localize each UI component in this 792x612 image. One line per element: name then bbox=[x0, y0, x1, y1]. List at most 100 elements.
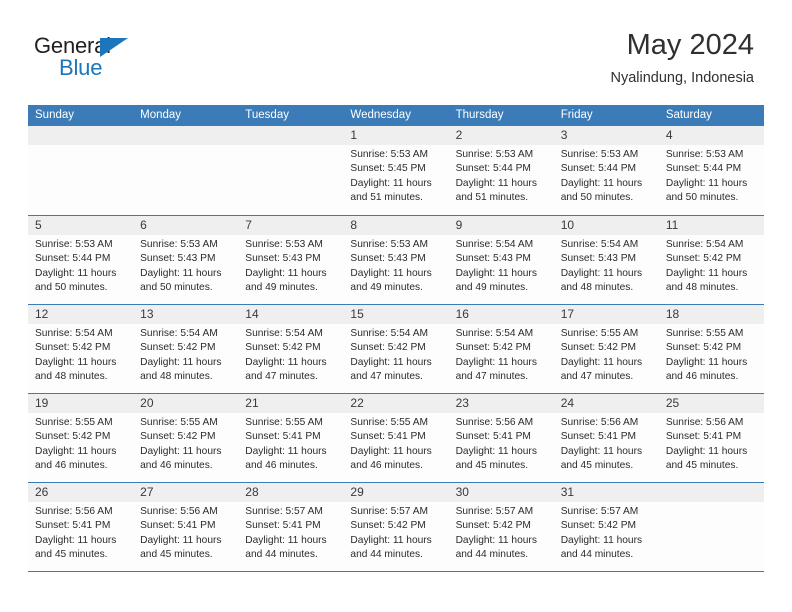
sunrise-text: Sunrise: 5:56 AM bbox=[455, 417, 534, 428]
calendar-day-cell[interactable]: 8 Sunrise: 5:53 AM Sunset: 5:43 PM Daylight… bbox=[343, 216, 449, 304]
daylight-text: Daylight: 11 hours and 50 minutes. bbox=[140, 267, 222, 294]
page-header: General Blue May 2024 Nyalindung, Indone… bbox=[0, 0, 792, 100]
day-number-band: 12 bbox=[28, 305, 134, 324]
calendar-day-cell[interactable]: 11 Sunrise: 5:54 AM Sunset: 5:42 PM Dayligh… bbox=[658, 216, 764, 304]
calendar-day-cell[interactable]: 22 Sunrise: 5:55 AM Sunset: 5:41 PM Dayligh… bbox=[343, 394, 449, 482]
day-sun-info: Sunrise: 5:54 AM Sunset: 5:43 PM Daylight:… bbox=[554, 235, 659, 296]
day-sun-info: Sunrise: 5:57 AM Sunset: 5:41 PM Daylight:… bbox=[238, 502, 343, 563]
sunset-text: Sunset: 5:41 PM bbox=[245, 431, 321, 443]
calendar-day-cell[interactable]: 3 Sunrise: 5:53 AM Sunset: 5:44 PM Daylight… bbox=[553, 126, 659, 215]
weekday-header-saturday: Saturday bbox=[665, 109, 712, 121]
calendar-day-cell[interactable]: 10 Sunrise: 5:54 AM Sunset: 5:43 PM Dayligh… bbox=[553, 216, 659, 304]
day-sun-info: Sunrise: 5:54 AM Sunset: 5:42 PM Daylight:… bbox=[28, 324, 133, 385]
calendar-week-row: 5 Sunrise: 5:53 AM Sunset: 5:44 PM Daylight… bbox=[28, 215, 764, 304]
day-number-band bbox=[133, 126, 239, 145]
sunrise-text: Sunrise: 5:56 AM bbox=[560, 417, 639, 428]
daylight-text: Daylight: 11 hours and 46 minutes. bbox=[665, 356, 748, 383]
sunset-text: Sunset: 5:42 PM bbox=[455, 520, 531, 532]
day-number-band: 26 bbox=[28, 483, 134, 502]
day-sun-info: Sunrise: 5:56 AM Sunset: 5:41 PM Daylight:… bbox=[554, 413, 659, 474]
day-number: 20 bbox=[140, 396, 154, 410]
day-sun-info: Sunrise: 5:53 AM Sunset: 5:44 PM Daylight:… bbox=[659, 145, 764, 206]
calendar-day-cell[interactable]: 21 Sunrise: 5:55 AM Sunset: 5:41 PM Dayligh… bbox=[238, 394, 344, 482]
day-number-band: 5 bbox=[28, 216, 134, 235]
calendar-day-cell[interactable]: 19 Sunrise: 5:55 AM Sunset: 5:42 PM Dayligh… bbox=[28, 394, 134, 482]
calendar-day-cell[interactable]: 12 Sunrise: 5:54 AM Sunset: 5:42 PM Dayligh… bbox=[28, 305, 134, 393]
day-sun-info: Sunrise: 5:54 AM Sunset: 5:42 PM Daylight:… bbox=[659, 235, 764, 296]
calendar-day-cell[interactable]: 17 Sunrise: 5:55 AM Sunset: 5:42 PM Dayligh… bbox=[553, 305, 659, 393]
calendar-day-cell[interactable]: 13 Sunrise: 5:54 AM Sunset: 5:42 PM Dayligh… bbox=[133, 305, 239, 393]
calendar-day-cell[interactable]: 23 Sunrise: 5:56 AM Sunset: 5:41 PM Dayligh… bbox=[448, 394, 554, 482]
sunrise-text: Sunrise: 5:54 AM bbox=[665, 239, 744, 250]
calendar-day-cell[interactable]: 14 Sunrise: 5:54 AM Sunset: 5:42 PM Dayligh… bbox=[238, 305, 344, 393]
calendar-day-cell[interactable]: 24 Sunrise: 5:56 AM Sunset: 5:41 PM Dayligh… bbox=[553, 394, 659, 482]
sunset-text: Sunset: 5:43 PM bbox=[560, 253, 637, 265]
sunset-text: Sunset: 5:42 PM bbox=[350, 342, 426, 354]
calendar-day-cell[interactable]: 1 Sunrise: 5:53 AM Sunset: 5:45 PM Daylight… bbox=[343, 126, 449, 215]
calendar-day-cell[interactable]: 4 Sunrise: 5:53 AM Sunset: 5:44 PM Daylight… bbox=[658, 126, 764, 215]
weekday-header-thursday: Thursday bbox=[455, 109, 504, 121]
daylight-text: Daylight: 11 hours and 45 minutes. bbox=[665, 445, 748, 472]
day-sun-info: Sunrise: 5:55 AM Sunset: 5:42 PM Daylight:… bbox=[133, 413, 238, 474]
sunset-text: Sunset: 5:43 PM bbox=[350, 253, 426, 265]
calendar-day-cell[interactable]: 5 Sunrise: 5:53 AM Sunset: 5:44 PM Daylight… bbox=[28, 216, 134, 304]
daylight-text: Daylight: 11 hours and 49 minutes. bbox=[245, 267, 327, 294]
sunrise-text: Sunrise: 5:56 AM bbox=[35, 506, 113, 517]
sunrise-text: Sunrise: 5:57 AM bbox=[245, 506, 323, 517]
day-sun-info: Sunrise: 5:55 AM Sunset: 5:41 PM Daylight:… bbox=[343, 413, 448, 474]
calendar-day-cell[interactable]: 28 Sunrise: 5:57 AM Sunset: 5:41 PM Dayligh… bbox=[238, 483, 344, 571]
calendar-day-cell[interactable]: 25 Sunrise: 5:56 AM Sunset: 5:41 PM Dayligh… bbox=[658, 394, 764, 482]
sunrise-text: Sunrise: 5:54 AM bbox=[140, 328, 218, 339]
day-number-band: 31 bbox=[553, 483, 659, 502]
sunset-text: Sunset: 5:41 PM bbox=[665, 431, 742, 443]
page-title: May 2024 bbox=[626, 29, 754, 61]
sunset-text: Sunset: 5:44 PM bbox=[35, 253, 111, 265]
location-subtitle: Nyalindung, Indonesia bbox=[610, 70, 755, 86]
weekday-header-monday: Monday bbox=[140, 109, 182, 121]
calendar-day-cell[interactable]: 30 Sunrise: 5:57 AM Sunset: 5:42 PM Dayligh… bbox=[448, 483, 554, 571]
weekday-header-row: Sunday Monday Tuesday Wednesday Thursday Frid… bbox=[28, 105, 764, 126]
day-number-band: 22 bbox=[343, 394, 449, 413]
logo-text-blue: Blue bbox=[59, 55, 103, 80]
day-sun-info: Sunrise: 5:55 AM Sunset: 5:42 PM Daylight:… bbox=[554, 324, 659, 385]
calendar-day-cell-empty bbox=[238, 126, 344, 215]
weekday-header-wednesday: Wednesday bbox=[350, 109, 411, 121]
sunrise-text: Sunrise: 5:54 AM bbox=[560, 239, 639, 250]
daylight-text: Daylight: 11 hours and 47 minutes. bbox=[245, 356, 327, 383]
calendar-day-cell[interactable]: 18 Sunrise: 5:55 AM Sunset: 5:42 PM Dayligh… bbox=[658, 305, 764, 393]
generalblue-logo: General Blue bbox=[34, 34, 164, 82]
day-number: 9 bbox=[455, 218, 463, 232]
day-number-band: 23 bbox=[448, 394, 554, 413]
calendar-day-cell[interactable]: 16 Sunrise: 5:54 AM Sunset: 5:42 PM Dayligh… bbox=[448, 305, 554, 393]
day-number-band: 20 bbox=[133, 394, 239, 413]
calendar-day-cell[interactable]: 6 Sunrise: 5:53 AM Sunset: 5:43 PM Daylight… bbox=[133, 216, 239, 304]
day-number: 12 bbox=[35, 307, 49, 321]
sunset-text: Sunset: 5:42 PM bbox=[35, 342, 111, 354]
calendar-day-cell[interactable]: 26 Sunrise: 5:56 AM Sunset: 5:41 PM Dayligh… bbox=[28, 483, 134, 571]
day-sun-info: Sunrise: 5:54 AM Sunset: 5:42 PM Daylight:… bbox=[238, 324, 343, 385]
calendar-day-cell[interactable]: 9 Sunrise: 5:54 AM Sunset: 5:43 PM Daylight… bbox=[448, 216, 554, 304]
calendar-week-row: 1 Sunrise: 5:53 AM Sunset: 5:45 PM Daylight… bbox=[28, 126, 764, 215]
calendar-bottom-rule bbox=[28, 571, 764, 572]
day-number-band: 28 bbox=[238, 483, 344, 502]
day-number: 14 bbox=[245, 307, 259, 321]
day-number-band: 15 bbox=[343, 305, 449, 324]
calendar-day-cell[interactable]: 29 Sunrise: 5:57 AM Sunset: 5:42 PM Dayligh… bbox=[343, 483, 449, 571]
calendar-day-cell[interactable]: 7 Sunrise: 5:53 AM Sunset: 5:43 PM Daylight… bbox=[238, 216, 344, 304]
daylight-text: Daylight: 11 hours and 46 minutes. bbox=[245, 445, 327, 472]
day-number: 5 bbox=[35, 218, 42, 232]
calendar-day-cell[interactable]: 27 Sunrise: 5:56 AM Sunset: 5:41 PM Dayligh… bbox=[133, 483, 239, 571]
calendar-day-cell[interactable]: 31 Sunrise: 5:57 AM Sunset: 5:42 PM Dayligh… bbox=[553, 483, 659, 571]
day-number-band bbox=[658, 483, 764, 502]
daylight-text: Daylight: 11 hours and 45 minutes. bbox=[35, 534, 117, 561]
calendar-day-cell[interactable]: 15 Sunrise: 5:54 AM Sunset: 5:42 PM Dayligh… bbox=[343, 305, 449, 393]
day-sun-info: Sunrise: 5:53 AM Sunset: 5:44 PM Daylight:… bbox=[449, 145, 554, 206]
day-number-band: 3 bbox=[553, 126, 659, 145]
calendar-day-cell[interactable]: 20 Sunrise: 5:55 AM Sunset: 5:42 PM Dayligh… bbox=[133, 394, 239, 482]
day-number-band bbox=[28, 126, 134, 145]
day-number-band: 24 bbox=[553, 394, 659, 413]
sunrise-text: Sunrise: 5:53 AM bbox=[455, 149, 534, 160]
calendar-day-cell[interactable]: 2 Sunrise: 5:53 AM Sunset: 5:44 PM Daylight… bbox=[448, 126, 554, 215]
sunrise-text: Sunrise: 5:55 AM bbox=[245, 417, 323, 428]
daylight-text: Daylight: 11 hours and 44 minutes. bbox=[245, 534, 327, 561]
